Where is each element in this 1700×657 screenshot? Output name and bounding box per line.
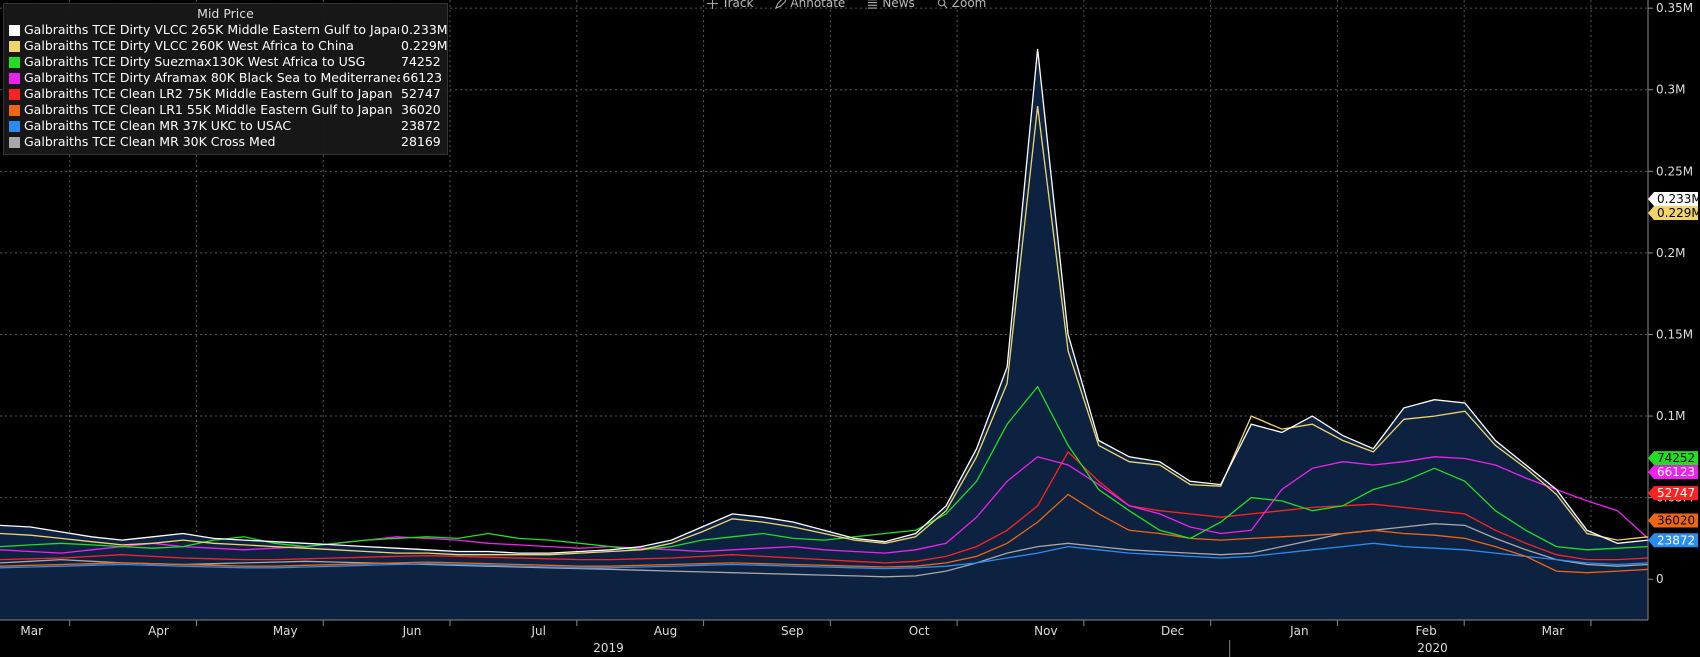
track-button[interactable]: Track — [705, 0, 755, 12]
y-tick-label: 0.25M — [1656, 164, 1693, 178]
legend-item-name: Galbraiths TCE Dirty Suezmax130K West Af… — [24, 54, 366, 69]
legend-item-value: 23872 — [401, 118, 441, 133]
legend-item-value: 28169 — [401, 134, 441, 149]
track-label: Track — [722, 0, 754, 10]
chart-toolbar: Track Annotate News Zoom — [705, 0, 988, 12]
legend-swatch — [9, 56, 20, 68]
legend-swatch — [9, 72, 20, 84]
legend-item-name: Galbraiths TCE Clean LR1 55K Middle East… — [24, 102, 393, 117]
legend-item[interactable]: Galbraiths TCE Clean LR1 55K Middle East… — [4, 102, 447, 118]
legend-item-name: Galbraiths TCE Dirty VLCC 260K West Afri… — [24, 38, 354, 53]
y-tick-label: 0 — [1656, 572, 1664, 586]
x-tick-label: Aug — [654, 624, 677, 638]
chart-legend: Mid Price Galbraiths TCE Dirty VLCC 265K… — [3, 3, 448, 155]
y-tick-label: 0.2M — [1656, 246, 1685, 260]
legend-swatch — [9, 120, 20, 132]
legend-title: Mid Price — [197, 6, 254, 21]
x-year-label: 2019 — [593, 641, 624, 655]
legend-item-value: 0.229M — [401, 38, 448, 53]
x-tick-label: Sep — [781, 624, 804, 638]
annotate-button[interactable]: Annotate — [773, 0, 847, 12]
legend-swatch — [9, 136, 20, 148]
legend-item-value: 36020 — [401, 102, 441, 117]
zoom-button[interactable]: Zoom — [935, 0, 989, 12]
legend-item-name: Galbraiths TCE Clean MR 30K Cross Med — [24, 134, 276, 149]
legend-item[interactable]: Galbraiths TCE Dirty VLCC 265K Middle Ea… — [4, 22, 448, 38]
legend-swatch — [9, 40, 20, 52]
legend-swatch — [9, 24, 20, 36]
x-tick-label: Jul — [531, 624, 546, 638]
y-tick-label: 0.35M — [1656, 1, 1693, 15]
legend-item-name: Galbraiths TCE Dirty VLCC 265K Middle Ea… — [24, 22, 399, 37]
zoom-label: Zoom — [951, 0, 987, 10]
legend-item-value: 66123 — [402, 70, 443, 85]
legend-item[interactable]: Galbraiths TCE Clean MR 37K UKC to USAC 2… — [4, 118, 447, 134]
x-tick-label: Jan — [1289, 624, 1309, 638]
legend-item-value: 0.233M — [401, 22, 448, 37]
x-tick-label: Apr — [148, 624, 169, 638]
crosshair-icon — [707, 0, 718, 9]
x-tick-label: Oct — [909, 624, 930, 638]
last-value-label: 66123 — [1657, 465, 1695, 479]
news-icon — [868, 1, 878, 9]
news-button[interactable]: News — [865, 0, 916, 12]
x-tick-label: Jun — [402, 624, 422, 638]
last-value-label: 0.229M — [1657, 206, 1700, 220]
legend-swatch — [9, 88, 20, 100]
x-tick-label: Mar — [20, 624, 43, 638]
magnifier-icon — [937, 0, 948, 8]
x-tick-label: Mar — [1542, 624, 1565, 638]
legend-item-value: 52747 — [401, 86, 441, 101]
pencil-icon — [775, 0, 787, 9]
last-value-label: 36020 — [1657, 513, 1695, 527]
annotate-label: Annotate — [790, 0, 846, 10]
legend-swatch — [9, 104, 20, 116]
x-tick-label: May — [273, 624, 298, 638]
y-tick-label: 0.15M — [1656, 327, 1693, 341]
legend-item-name: Galbraiths TCE Clean LR2 75K Middle East… — [24, 86, 393, 101]
last-value-label: 52747 — [1657, 486, 1695, 500]
legend-item[interactable]: Galbraiths TCE Clean MR 30K Cross Med 281… — [4, 134, 447, 150]
legend-item-name: Galbraiths TCE Dirty Aframax 80K Black S… — [24, 70, 401, 85]
legend-item[interactable]: Galbraiths TCE Dirty VLCC 260K West Afri… — [4, 38, 448, 54]
legend-item-name: Galbraiths TCE Clean MR 37K UKC to USAC — [24, 118, 292, 133]
legend-item[interactable]: Galbraiths TCE Clean LR2 75K Middle East… — [4, 86, 447, 102]
legend-item[interactable]: Galbraiths TCE Dirty Suezmax130K West Af… — [4, 54, 447, 70]
legend-item[interactable]: Galbraiths TCE Dirty Aframax 80K Black S… — [4, 70, 447, 86]
x-tick-label: Nov — [1034, 624, 1057, 638]
y-tick-label: 0.3M — [1656, 83, 1685, 97]
legend-item-value: 74252 — [401, 54, 441, 69]
news-label: News — [882, 0, 915, 10]
last-value-label: 74252 — [1657, 451, 1695, 465]
x-tick-label: Dec — [1161, 624, 1184, 638]
x-year-label: 2020 — [1417, 641, 1448, 655]
x-tick-label: Feb — [1416, 624, 1437, 638]
last-value-label: 23872 — [1657, 533, 1695, 547]
y-tick-label: 0.1M — [1656, 409, 1685, 423]
last-value-label: 0.233M — [1657, 192, 1700, 206]
